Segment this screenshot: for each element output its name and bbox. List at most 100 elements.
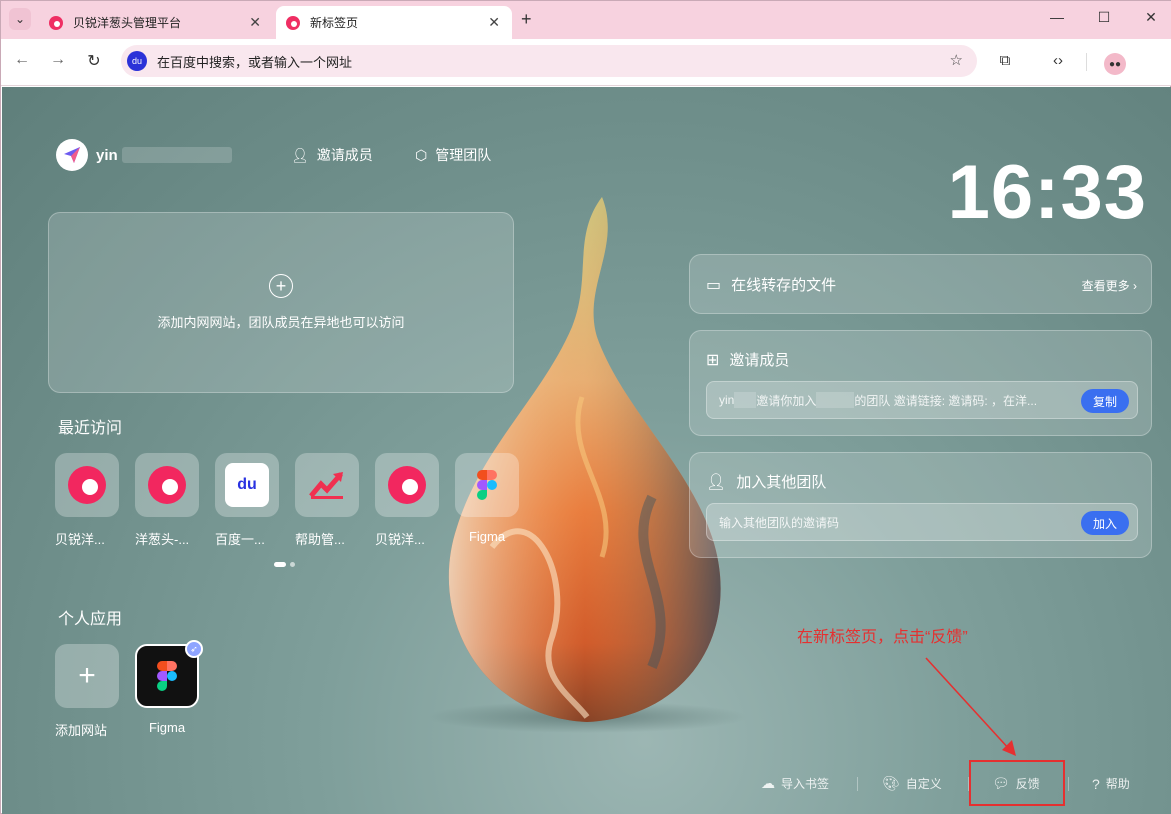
- invite-link-field[interactable]: yin 邀请你加入 的团队 邀请链接: 邀请码: ，在洋... 复制: [706, 381, 1138, 419]
- plus-icon: +: [55, 644, 119, 708]
- help-button[interactable]: ? 帮助: [1092, 775, 1130, 792]
- person-icon: 👤︎: [291, 146, 309, 163]
- annotation-arrow: [925, 657, 1016, 756]
- profile-avatar[interactable]: ●●: [1104, 53, 1126, 75]
- personal-apps-list: + 添加网站 ➶ Figma: [55, 640, 215, 739]
- tab-peanut-admin[interactable]: 贝锐洋葱头管理平台 ✕: [39, 6, 273, 39]
- chart-trend-icon: [305, 463, 349, 507]
- help-label: 帮助: [1105, 777, 1130, 791]
- add-intranet-site-card[interactable]: + 添加内网网站，团队成员在异地也可以访问: [48, 212, 514, 393]
- peanut-logo-icon: [388, 466, 426, 504]
- view-more-link[interactable]: 查看更多 ›: [1082, 277, 1137, 294]
- tab-new-tab[interactable]: 新标签页 ✕: [276, 6, 512, 39]
- invite-member-link[interactable]: 👤︎ 邀请成员: [291, 145, 373, 165]
- address-bar[interactable]: du 在百度中搜索，或者输入一个网址 ☆: [121, 45, 977, 77]
- figma-icon: [157, 661, 177, 691]
- close-icon[interactable]: ✕: [488, 14, 500, 31]
- recent-list: 贝锐洋... 洋葱头-... du 百度一... 帮助管... 贝锐洋... F…: [55, 453, 535, 548]
- browser-window: ⌄ 贝锐洋葱头管理平台 ✕ 新标签页 ✕ + — ☐ ✕ ← → ↻ du 在百…: [0, 0, 1171, 814]
- peanut-favicon-icon: [49, 15, 63, 30]
- join-team-title: 加入其他团队: [736, 474, 827, 491]
- page-dot[interactable]: [290, 562, 295, 567]
- invite-card-title: 邀请成员: [729, 352, 790, 369]
- tab-search-button[interactable]: ⌄: [9, 8, 31, 30]
- baidu-search-icon: du: [127, 51, 147, 71]
- toolbar-divider: [1086, 53, 1087, 71]
- customize-button[interactable]: 🎨︎ 自定义: [882, 775, 942, 792]
- help-circle-icon: ?: [1092, 775, 1100, 792]
- team-logo-icon: [56, 139, 88, 171]
- clock: 16:33: [947, 150, 1147, 235]
- forward-icon[interactable]: →: [48, 51, 68, 69]
- app-label: Figma: [148, 720, 186, 735]
- palette-icon: 🎨︎: [882, 775, 900, 791]
- baidu-icon: du: [225, 463, 269, 507]
- invite-code-input[interactable]: 输入其他团队的邀请码 加入: [706, 503, 1138, 541]
- peanut-favicon-icon: [286, 15, 300, 30]
- pagination-dots[interactable]: [274, 562, 299, 567]
- manage-team-link[interactable]: ⬡ 管理团队: [415, 145, 491, 165]
- recent-item[interactable]: 帮助管...: [295, 453, 375, 548]
- reload-icon[interactable]: ↻: [84, 51, 104, 71]
- recent-item-label: 洋葱头-...: [135, 532, 190, 547]
- online-files-card[interactable]: ▭ 在线转存的文件 查看更多 ›: [689, 254, 1152, 314]
- settings-hex-icon: ⬡: [415, 146, 428, 163]
- invite-box-icon: ⊞: [706, 351, 720, 369]
- chat-bubble-icon: 💬︎: [992, 775, 1010, 791]
- masked-username: [121, 147, 232, 163]
- add-site-text: 添加内网网站，团队成员在异地也可以访问: [157, 315, 405, 330]
- recent-item[interactable]: 贝锐洋...: [375, 453, 455, 548]
- peanut-logo-icon: [148, 466, 186, 504]
- tab-title: 新标签页: [310, 16, 359, 30]
- tab-bar: ⌄ 贝锐洋葱头管理平台 ✕ 新标签页 ✕ + — ☐ ✕: [1, 1, 1171, 39]
- team-user[interactable]: yin: [56, 139, 232, 171]
- address-placeholder: 在百度中搜索，或者输入一个网址: [157, 54, 353, 70]
- import-bookmarks-button[interactable]: ☁ 导入书签: [761, 775, 829, 792]
- window-close-icon[interactable]: ✕: [1141, 9, 1161, 26]
- devtools-icon[interactable]: ‹›: [1047, 52, 1069, 69]
- personal-apps-title: 个人应用: [58, 611, 123, 628]
- app-label: 添加网站: [55, 723, 108, 738]
- minimize-icon[interactable]: —: [1047, 9, 1067, 25]
- join-button[interactable]: 加入: [1080, 511, 1129, 535]
- hard-drive-icon: ▭: [706, 276, 722, 294]
- footer-divider: [968, 777, 969, 791]
- footer-divider: [1068, 777, 1069, 791]
- personal-app-figma[interactable]: ➶ Figma: [135, 640, 215, 739]
- recent-item[interactable]: Figma: [455, 453, 535, 548]
- plus-circle-icon: +: [269, 274, 293, 298]
- extensions-icon[interactable]: ⧉: [994, 52, 1016, 69]
- peanut-logo-icon: [68, 466, 106, 504]
- new-tab-button[interactable]: +: [521, 9, 532, 30]
- close-icon[interactable]: ✕: [249, 14, 261, 31]
- copy-button[interactable]: 复制: [1080, 389, 1129, 413]
- footer-divider: [857, 777, 858, 791]
- new-tab-page: yin 👤︎ 邀请成员 ⬡ 管理团队 16:33 + 添加内网网站，团队成员在异…: [2, 87, 1171, 814]
- join-team-card: 👤︎ 加入其他团队 输入其他团队的邀请码 加入: [689, 452, 1152, 558]
- recent-item-label: 百度一...: [215, 532, 265, 547]
- online-files-title: 在线转存的文件: [731, 277, 837, 294]
- person-add-icon: 👤︎: [706, 473, 727, 491]
- customize-label: 自定义: [905, 777, 942, 791]
- add-website-button[interactable]: + 添加网站: [55, 644, 135, 739]
- import-label: 导入书签: [781, 777, 830, 791]
- recent-item[interactable]: 贝锐洋...: [55, 453, 135, 548]
- recent-item[interactable]: du 百度一...: [215, 453, 295, 548]
- manage-team-label: 管理团队: [435, 147, 492, 163]
- recent-item-label: Figma: [468, 529, 506, 544]
- recent-item[interactable]: 洋葱头-...: [135, 453, 215, 548]
- annotation-text: 在新标签页，点击“反馈”: [797, 629, 968, 646]
- back-icon[interactable]: ←: [12, 51, 32, 69]
- rocket-badge-icon: ➶: [185, 640, 203, 658]
- invite-member-label: 邀请成员: [316, 147, 373, 163]
- recent-item-label: 帮助管...: [295, 532, 345, 547]
- feedback-button[interactable]: 💬︎ 反馈: [992, 775, 1040, 792]
- tab-title: 贝锐洋葱头管理平台: [73, 16, 182, 30]
- bookmark-star-icon[interactable]: ☆: [950, 51, 963, 69]
- figma-icon: [477, 470, 497, 500]
- browser-toolbar: ← → ↻ du 在百度中搜索，或者输入一个网址 ☆ ⧉ ‹› ●●: [1, 39, 1171, 86]
- maximize-icon[interactable]: ☐: [1094, 9, 1114, 26]
- invite-member-card: ⊞ 邀请成员 yin 邀请你加入 的团队 邀请链接: 邀请码: ，在洋... 复制: [689, 330, 1152, 436]
- page-dot-active[interactable]: [274, 562, 286, 567]
- recent-title: 最近访问: [58, 420, 123, 437]
